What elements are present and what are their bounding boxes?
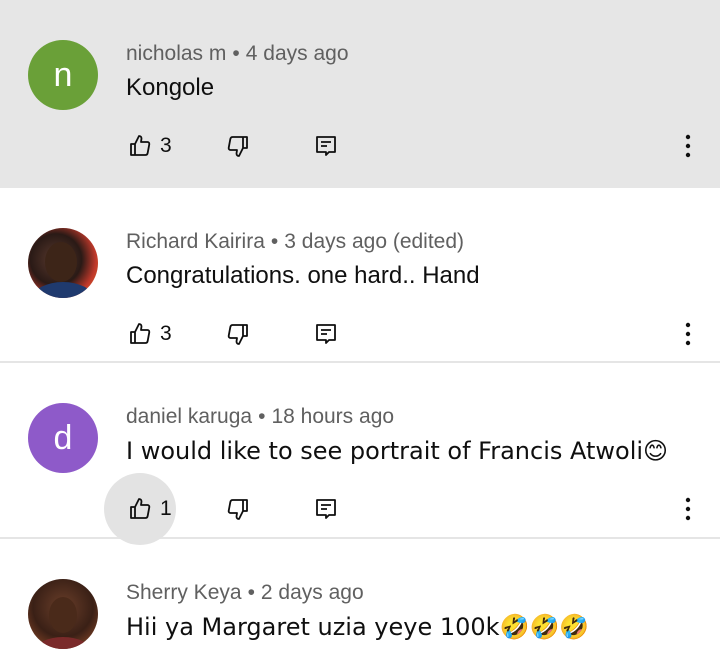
comment-text: Kongole: [126, 74, 215, 101]
like-count: 3: [160, 134, 172, 157]
comment-time: 18 hours ago: [271, 405, 395, 428]
more-options-icon[interactable]: [676, 132, 700, 160]
avatar[interactable]: [28, 228, 98, 298]
meta-separator: •: [247, 581, 255, 604]
comment-meta: nicholas m • 4 days ago: [126, 42, 349, 66]
like-button[interactable]: 3: [104, 312, 176, 356]
comment-text: Congratulations. one hard.. Hand: [126, 262, 480, 289]
comment-item: n nicholas m • 4 days ago Kongole 3: [0, 0, 720, 188]
comment-time: 2 days ago: [260, 581, 364, 604]
like-count: 3: [160, 322, 172, 345]
avatar-letter: d: [53, 418, 73, 457]
like-count: 1: [160, 497, 172, 520]
reply-icon[interactable]: [314, 134, 338, 158]
avatar-letter: n: [53, 55, 73, 94]
thumbs-up-icon: [128, 134, 152, 158]
comment-author[interactable]: nicholas m: [126, 42, 226, 65]
comment-text: Hii ya Margaret uzia yeye 100k🤣🤣🤣: [126, 613, 590, 641]
thumbs-up-icon: [128, 497, 152, 521]
comment-time: 3 days ago (edited): [284, 230, 465, 253]
thumbs-down-icon[interactable]: [226, 134, 250, 158]
like-button[interactable]: 1: [104, 473, 176, 545]
thumbs-down-icon[interactable]: [226, 322, 250, 346]
avatar[interactable]: d: [28, 403, 98, 473]
comment-author[interactable]: daniel karuga: [126, 405, 252, 428]
comment-meta: daniel karuga • 18 hours ago: [126, 405, 394, 429]
like-button[interactable]: 3: [104, 124, 176, 168]
comment-meta: Sherry Keya • 2 days ago: [126, 581, 364, 605]
meta-separator: •: [232, 42, 240, 65]
comment-item: Richard Kairira • 3 days ago (edited) Cong…: [0, 188, 720, 363]
reply-icon[interactable]: [314, 497, 338, 521]
comment-actions: 1: [0, 473, 720, 545]
comment-actions: 3: [0, 124, 720, 168]
reply-icon[interactable]: [314, 322, 338, 346]
meta-separator: •: [258, 405, 266, 428]
comment-text: I would like to see portrait of Francis …: [126, 437, 669, 465]
comment-item: d daniel karuga • 18 hours ago I would lik…: [0, 363, 720, 545]
more-options-icon[interactable]: [676, 495, 700, 523]
profile-photo-icon: [35, 597, 91, 649]
profile-photo-icon: [33, 242, 93, 298]
comment-author[interactable]: Richard Kairira: [126, 230, 265, 253]
thumbs-up-icon: [128, 322, 152, 346]
comment-time: 4 days ago: [245, 42, 349, 65]
avatar[interactable]: n: [28, 40, 98, 110]
comment-actions: 3: [0, 312, 720, 356]
avatar[interactable]: [28, 579, 98, 649]
meta-separator: •: [270, 230, 279, 253]
thumbs-down-icon[interactable]: [226, 497, 250, 521]
comment-author[interactable]: Sherry Keya: [126, 581, 242, 604]
comment-meta: Richard Kairira • 3 days ago (edited): [126, 230, 464, 254]
more-options-icon[interactable]: [676, 320, 700, 348]
comment-item: Sherry Keya • 2 days ago Hii ya Margaret u…: [0, 539, 720, 659]
